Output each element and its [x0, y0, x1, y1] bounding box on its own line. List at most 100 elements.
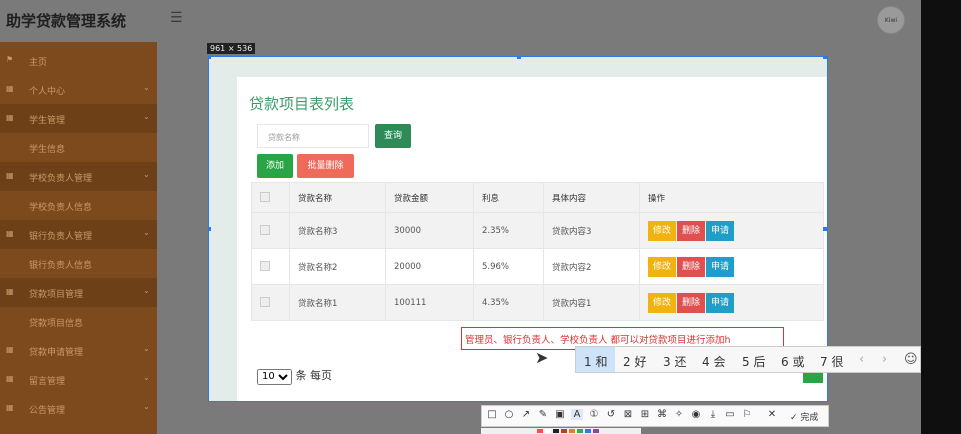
sidebar-item-bank-managers[interactable]: ▦ 银行负责人管理 ⌄ [0, 220, 157, 249]
mouse-cursor-icon: ➤ [535, 348, 549, 367]
delete-button[interactable]: 删除 [677, 256, 706, 277]
number-icon[interactable]: ① [588, 409, 600, 420]
done-button[interactable]: ✓ 完成 [790, 410, 818, 423]
color-swatch[interactable] [585, 429, 591, 433]
grid-icon: ▦ [6, 113, 14, 122]
sidebar-item-notices[interactable]: ▦ 公告管理 ⌄ [0, 394, 157, 423]
row-checkbox[interactable] [260, 261, 270, 272]
column-header: 贷款金额 [385, 182, 474, 213]
sidebar-item-label: 公告管理 [29, 406, 66, 416]
cell-amount: 30000 [385, 212, 474, 249]
save-icon[interactable]: ▭ [724, 409, 736, 420]
edit-button[interactable]: 修改 [648, 256, 677, 277]
pen-icon[interactable]: ✎ [537, 409, 549, 420]
color-palette [481, 428, 641, 434]
grid-icon: ▦ [6, 374, 14, 383]
pin-icon[interactable]: ⊠ [622, 409, 634, 420]
cell-name: 贷款名称3 [289, 212, 386, 249]
chevron-down-icon: ⌄ [143, 402, 150, 411]
sidebar-item-loan-project-info[interactable]: 贷款项目信息 [0, 307, 157, 336]
page-size-select[interactable]: 10 [257, 368, 292, 385]
undo-icon[interactable]: ↺ [605, 409, 617, 420]
ime-candidate[interactable]: 7 很 [820, 353, 843, 370]
cell-actions: 修改 删除 申请 [639, 248, 824, 285]
sidebar-item-loan-projects[interactable]: ▦ 贷款项目管理 ⌄ [0, 278, 157, 307]
sidebar-item-label: 贷款项目信息 [29, 319, 84, 329]
ime-candidate[interactable]: 1 和 [576, 347, 616, 372]
mosaic-icon[interactable]: ▣ [554, 409, 566, 420]
color-swatch[interactable] [561, 429, 567, 433]
edit-button[interactable]: 修改 [648, 292, 677, 313]
text-icon[interactable]: A [571, 409, 583, 420]
apply-button[interactable]: 申请 [706, 292, 735, 313]
sidebar-item-bank-manager-info[interactable]: 银行负责人信息 [0, 249, 157, 278]
row-checkbox[interactable] [260, 297, 270, 308]
delete-button[interactable]: 删除 [677, 292, 706, 313]
edit-button[interactable]: 修改 [648, 220, 677, 241]
color-swatch[interactable] [577, 429, 583, 433]
resize-handle[interactable] [823, 57, 827, 59]
cell-amount: 100111 [385, 284, 474, 321]
sidebar-item-home[interactable]: ⚑ 主页 [0, 46, 157, 75]
sidebar-item-label: 学生管理 [29, 116, 66, 126]
sidebar-item-profile[interactable]: ▦ 个人中心 ⌄ [0, 75, 157, 104]
ime-candidate[interactable]: 5 后 [742, 353, 765, 370]
apply-button[interactable]: 申请 [706, 220, 735, 241]
color-swatch[interactable] [537, 429, 543, 433]
color-swatch[interactable] [545, 429, 551, 433]
arrow-icon[interactable]: ↗ [520, 409, 532, 420]
prev-page-icon[interactable]: ‹ [859, 352, 864, 367]
grid-icon: ▦ [6, 84, 14, 93]
resize-handle[interactable] [209, 227, 211, 231]
magic-icon[interactable]: ✧ [673, 409, 685, 420]
color-swatch[interactable] [553, 429, 559, 433]
select-all-checkbox[interactable] [260, 192, 270, 203]
delete-button[interactable]: 删除 [677, 220, 706, 241]
sidebar-item-label: 贷款项目管理 [29, 290, 84, 300]
search-input[interactable]: 贷款名称 [257, 124, 369, 148]
record-icon[interactable]: ◉ [690, 409, 702, 420]
sidebar-item-label: 学生信息 [29, 145, 66, 155]
sidebar-item-label: 留言管理 [29, 377, 66, 387]
ocr-icon[interactable]: ⊞ [639, 409, 651, 420]
hamburger-icon[interactable]: ☰ [170, 10, 183, 26]
ime-candidate[interactable]: 3 还 [663, 353, 686, 370]
ime-candidate[interactable]: 4 会 [702, 353, 725, 370]
row-checkbox[interactable] [260, 225, 270, 236]
resize-handle[interactable] [823, 227, 827, 231]
sidebar-item-loan-applications[interactable]: ▦ 贷款申请管理 ⌄ [0, 336, 157, 365]
sidebar-item-school-manager-info[interactable]: 学校负责人信息 [0, 191, 157, 220]
emoji-icon[interactable]: ☺ [904, 352, 918, 367]
next-page-icon[interactable]: › [882, 352, 887, 367]
flag-icon: ⚑ [6, 55, 14, 64]
sidebar-item-students[interactable]: ▦ 学生管理 ⌄ [0, 104, 157, 133]
sidebar-item-messages[interactable]: ▦ 留言管理 ⌄ [0, 365, 157, 394]
resize-handle[interactable] [517, 57, 521, 59]
resize-handle[interactable] [209, 57, 211, 59]
page-size-suffix: 条 每页 [295, 369, 333, 382]
ellipse-icon[interactable]: ○ [503, 409, 515, 420]
capture-size-label: 961 × 536 [207, 43, 256, 54]
chevron-down-icon: ⌄ [143, 344, 150, 353]
translate-icon[interactable]: ⌘ [656, 409, 668, 420]
avatar[interactable]: Kiwi [877, 6, 905, 34]
color-swatch[interactable] [569, 429, 575, 433]
ime-candidate[interactable]: 2 好 [623, 353, 646, 370]
sidebar-item-label: 学校负责人信息 [29, 203, 93, 213]
sidebar-item-school-managers[interactable]: ▦ 学校负责人管理 ⌄ [0, 162, 157, 191]
add-button[interactable]: 添加 [257, 154, 293, 178]
ime-candidate[interactable]: 6 或 [781, 353, 804, 370]
query-button[interactable]: 查询 [375, 124, 411, 148]
apply-button[interactable]: 申请 [706, 256, 735, 277]
sidebar-item-label: 个人中心 [29, 87, 66, 97]
chevron-down-icon: ⌄ [143, 83, 150, 92]
cell-content: 贷款内容1 [543, 284, 640, 321]
color-swatch[interactable] [593, 429, 599, 433]
app-title: 助学贷款管理系统 [6, 12, 127, 30]
sidebar-item-student-info[interactable]: 学生信息 [0, 133, 157, 162]
batch-delete-button[interactable]: 批量删除 [297, 154, 354, 178]
download-icon[interactable]: ⤓ [707, 409, 719, 420]
bookmark-icon[interactable]: ⚐ [741, 409, 753, 420]
close-icon[interactable]: ✕ [766, 409, 778, 420]
rectangle-icon[interactable]: □ [486, 409, 498, 420]
